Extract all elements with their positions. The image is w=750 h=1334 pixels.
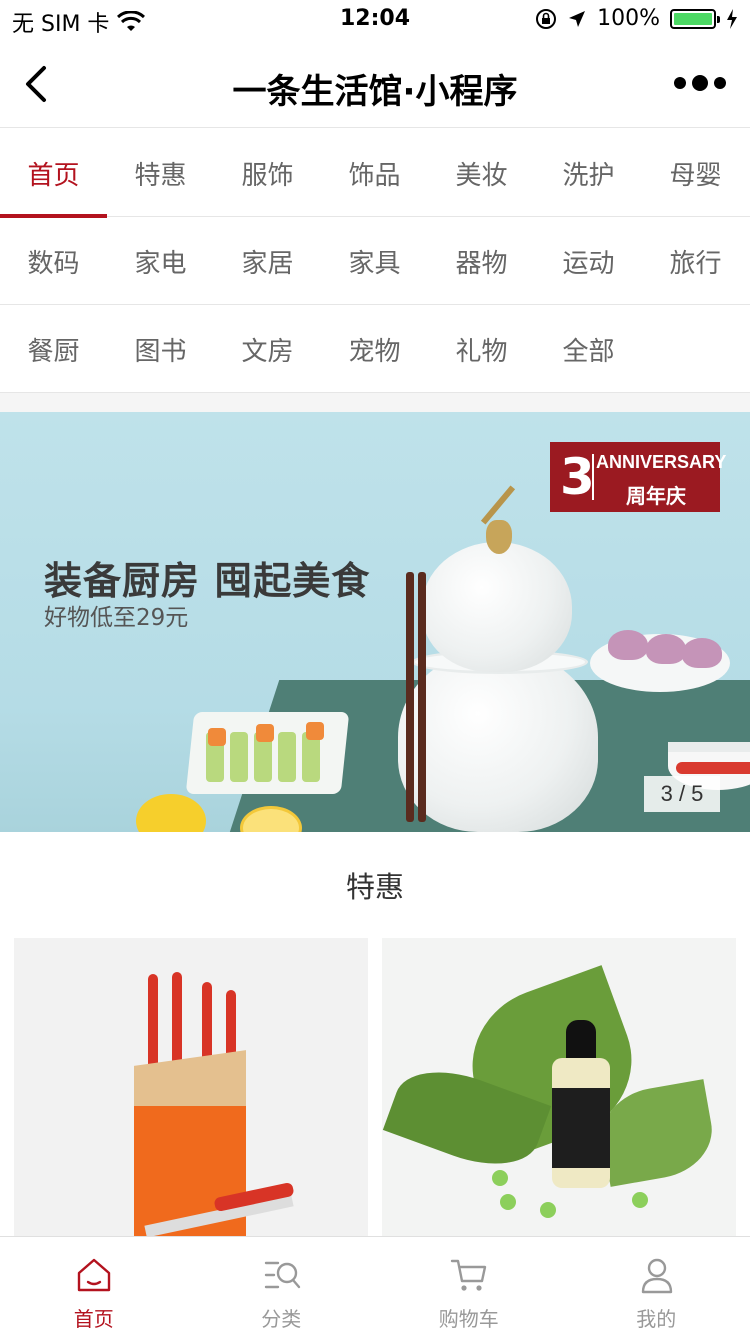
banner-lemon-image	[136, 794, 206, 832]
category-grid: 首页 特惠 服饰 饰品 美妆 洗护 母婴 数码 家电 家居 家具 器物 运动 旅…	[0, 129, 750, 393]
category-travel[interactable]: 旅行	[642, 217, 749, 305]
anniversary-number: 3	[560, 448, 595, 506]
category-home[interactable]: 首页	[0, 129, 107, 218]
category-accessories[interactable]: 饰品	[321, 129, 428, 217]
banner-onion-image	[608, 630, 648, 660]
tab-mine-label: 我的	[636, 1307, 677, 1331]
category-pets[interactable]: 宠物	[321, 305, 428, 393]
category-gifts[interactable]: 礼物	[428, 305, 535, 393]
category-apparel[interactable]: 服饰	[214, 129, 321, 217]
anniversary-badge: 3 ANNIVERSARY 周年庆	[550, 442, 727, 512]
category-furniture[interactable]: 家具	[321, 217, 428, 305]
orientation-lock-icon	[536, 8, 557, 29]
tab-category[interactable]: 分类	[188, 1237, 376, 1334]
charging-bolt-icon	[727, 8, 737, 29]
banner-chili-image	[676, 762, 750, 774]
banner-vegetable-image	[230, 732, 248, 782]
anniversary-divider	[592, 454, 594, 500]
battery-level	[674, 12, 712, 25]
category-appliances[interactable]: 家电	[107, 217, 214, 305]
tab-mine[interactable]: 我的	[563, 1237, 750, 1334]
banner-carrot-image	[256, 724, 274, 742]
battery-icon	[670, 8, 720, 29]
more-dot-icon	[692, 75, 708, 91]
tab-cart[interactable]: 购物车	[375, 1237, 563, 1334]
status-bar: 无 SIM 卡 12:04 100%	[0, 0, 750, 40]
category-row: 首页 特惠 服饰 饰品 美妆 洗护 母婴	[0, 129, 750, 218]
category-home-living[interactable]: 家居	[214, 217, 321, 305]
banner-jar-knob-image	[480, 485, 516, 525]
banner-carrot-image	[208, 728, 226, 746]
pea-image	[500, 1194, 516, 1210]
tab-cart-label: 购物车	[438, 1307, 499, 1331]
banner-chopstick-image	[406, 572, 414, 822]
category-search-icon	[264, 1261, 300, 1289]
banner-subtitle: 好物低至29元	[44, 605, 189, 631]
pea-image	[540, 1202, 556, 1218]
category-row: 数码 家电 家居 家具 器物 运动 旅行	[0, 217, 750, 305]
cart-icon	[450, 1259, 487, 1291]
banner-title: 装备厨房 囤起美食	[44, 559, 371, 603]
category-row: 餐厨 图书 文房 宠物 礼物 全部	[0, 305, 750, 393]
category-wares[interactable]: 器物	[428, 217, 535, 305]
category-personal-care[interactable]: 洗护	[535, 129, 642, 217]
banner-pager: 3 / 5	[644, 776, 720, 812]
location-arrow-icon	[569, 10, 586, 27]
product-card[interactable]	[14, 938, 368, 1238]
dropper-cap-image	[566, 1020, 596, 1062]
category-all[interactable]: 全部	[535, 305, 642, 393]
banner-chopstick-image	[418, 572, 426, 822]
user-icon	[641, 1258, 672, 1294]
tab-bar: 首页 分类 购物车 我的	[0, 1236, 750, 1334]
battery-percent: 100%	[597, 6, 660, 31]
banner-onion-image	[646, 634, 686, 664]
more-button[interactable]	[674, 68, 726, 98]
page-title: 一条生活馆·小程序	[232, 72, 518, 112]
category-stationery[interactable]: 文房	[214, 305, 321, 393]
status-right: 100%	[535, 6, 738, 31]
pea-image	[492, 1170, 508, 1186]
section-divider	[0, 393, 750, 412]
navigation-bar: 一条生活馆·小程序	[0, 40, 750, 128]
anniversary-label-cn: 周年庆	[626, 484, 686, 508]
tab-home[interactable]: 首页	[0, 1237, 188, 1334]
banner-jar-image	[398, 650, 598, 832]
category-sports[interactable]: 运动	[535, 217, 642, 305]
banner-vegetable-image	[278, 732, 296, 782]
banner-jar-lid-image	[422, 542, 572, 672]
tab-home-label: 首页	[73, 1307, 114, 1331]
banner-onion-image	[682, 638, 722, 668]
banner-jar-knob-image	[486, 520, 512, 554]
banner-carrot-image	[306, 722, 324, 740]
pea-image	[632, 1192, 648, 1208]
anniversary-label-en: ANNIVERSARY	[596, 452, 727, 472]
more-dot-icon	[674, 77, 686, 89]
category-baby[interactable]: 母婴	[642, 129, 749, 217]
home-icon	[77, 1258, 111, 1292]
tab-category-label: 分类	[261, 1307, 302, 1331]
category-deals[interactable]: 特惠	[107, 129, 214, 217]
more-dot-icon	[714, 77, 726, 89]
category-books[interactable]: 图书	[107, 305, 214, 393]
bottle-label-image	[552, 1088, 610, 1168]
category-beauty[interactable]: 美妆	[428, 129, 535, 217]
knife-handle-image	[148, 974, 158, 1074]
category-kitchen[interactable]: 餐厨	[0, 305, 107, 393]
promo-banner[interactable]: 装备厨房 囤起美食 好物低至29元 3 ANNIVERSARY 周年庆 3 / …	[0, 412, 750, 832]
category-digital[interactable]: 数码	[0, 217, 107, 305]
section-title: 特惠	[345, 870, 404, 904]
product-card[interactable]	[382, 938, 736, 1238]
